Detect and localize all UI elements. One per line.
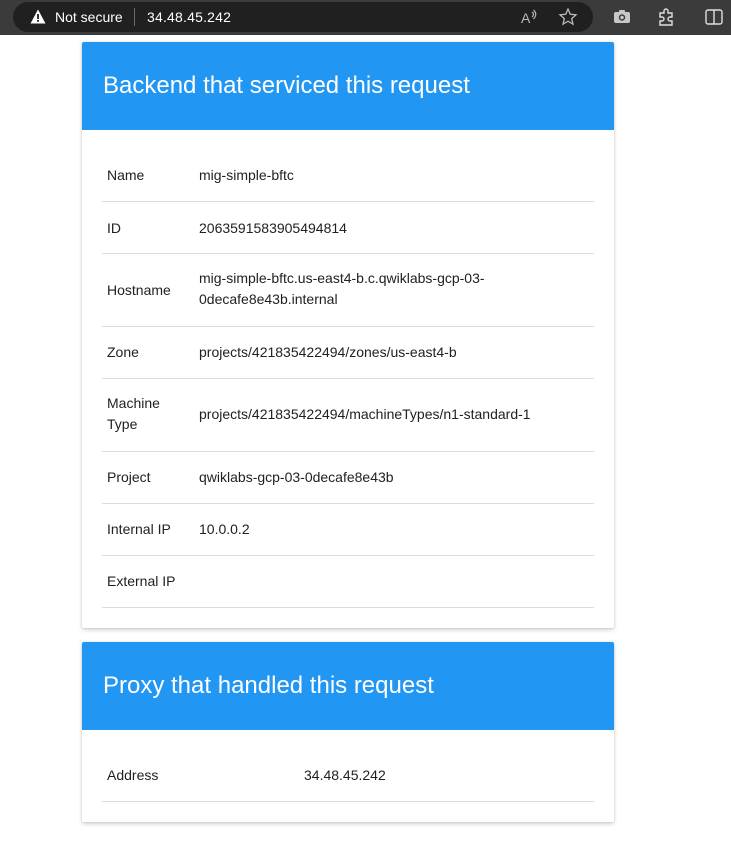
table-row-address: Address 34.48.45.242 <box>102 746 594 802</box>
security-status-label[interactable]: Not secure <box>55 9 123 25</box>
row-label: Hostname <box>107 282 171 298</box>
row-label: Zone <box>107 344 139 360</box>
row-value: projects/421835422494/machineTypes/n1-st… <box>199 406 531 422</box>
proxy-card-title: Proxy that handled this request <box>103 672 434 699</box>
read-aloud-icon[interactable]: A <box>520 8 538 26</box>
row-value: mig-simple-bftc.us-east4-b.c.qwiklabs-gc… <box>199 270 485 307</box>
row-label: Address <box>107 767 159 783</box>
row-label: External IP <box>107 573 176 589</box>
split-screen-icon[interactable] <box>704 8 724 26</box>
row-label: Machine Type <box>107 395 160 432</box>
address-divider <box>134 8 135 26</box>
table-row-name: Name mig-simple-bftc <box>102 146 594 202</box>
row-value: 34.48.45.242 <box>304 767 386 783</box>
row-label: Internal IP <box>107 521 171 537</box>
proxy-card-header: Proxy that handled this request <box>82 642 614 730</box>
backend-card-header: Backend that serviced this request <box>82 42 614 130</box>
browser-toolbar: Not secure 34.48.45.242 A <box>0 0 731 35</box>
svg-text:A: A <box>521 10 531 26</box>
row-value: mig-simple-bftc <box>199 167 294 183</box>
row-value: projects/421835422494/zones/us-east4-b <box>199 344 457 360</box>
row-label: Project <box>107 469 151 485</box>
row-value: 2063591583905494814 <box>199 220 347 236</box>
table-row-hostname: Hostname mig-simple-bftc.us-east4-b.c.qw… <box>102 254 594 327</box>
favorite-star-icon[interactable] <box>558 7 578 27</box>
table-row-internal-ip: Internal IP 10.0.0.2 <box>102 504 594 556</box>
url-text[interactable]: 34.48.45.242 <box>147 9 231 25</box>
table-row-project: Project qwiklabs-gcp-03-0decafe8e43b <box>102 452 594 504</box>
backend-card: Backend that serviced this request Name … <box>82 42 614 628</box>
table-row-zone: Zone projects/421835422494/zones/us-east… <box>102 327 594 379</box>
proxy-card: Proxy that handled this request Address … <box>82 642 614 822</box>
table-row-id: ID 2063591583905494814 <box>102 202 594 254</box>
row-label: Name <box>107 167 145 183</box>
row-value: 10.0.0.2 <box>199 521 250 537</box>
backend-card-title: Backend that serviced this request <box>103 72 470 99</box>
warning-icon[interactable] <box>30 9 46 24</box>
table-row-machine-type: Machine Type projects/421835422494/machi… <box>102 379 594 452</box>
camera-icon[interactable] <box>613 8 631 26</box>
address-bar[interactable]: Not secure 34.48.45.242 A <box>13 2 593 32</box>
extensions-icon[interactable] <box>656 7 676 27</box>
row-label: ID <box>107 220 121 236</box>
row-value: qwiklabs-gcp-03-0decafe8e43b <box>199 469 394 485</box>
table-row-external-ip: External IP <box>102 556 594 608</box>
